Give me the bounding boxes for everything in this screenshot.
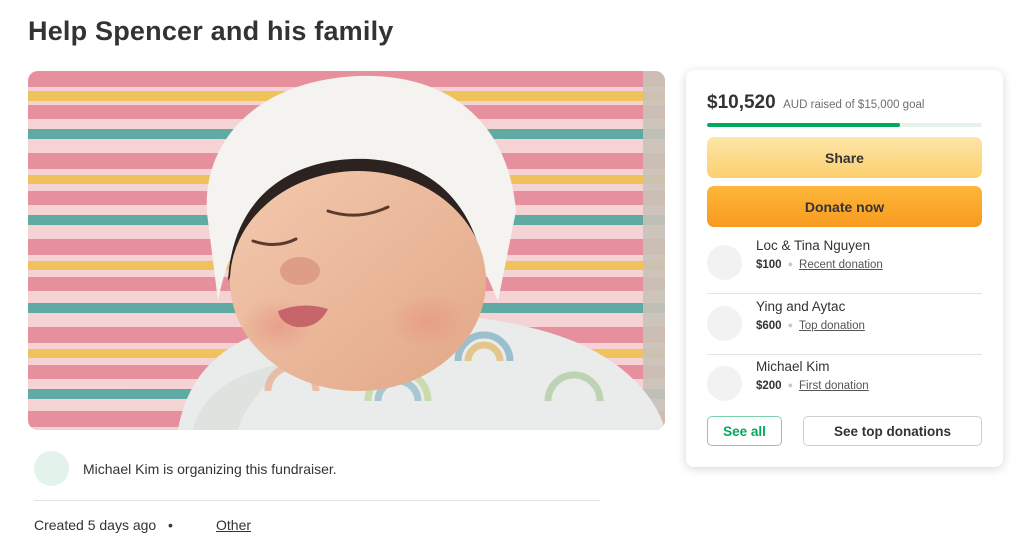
progress-bar (707, 123, 982, 127)
dot-separator: ● (787, 259, 794, 269)
raised-amount: $10,520 (707, 92, 776, 113)
see-top-donations-button[interactable]: See top donations (803, 416, 982, 446)
donation-label-link[interactable]: Top donation (799, 320, 865, 332)
page-title: Help Spencer and his family (28, 16, 394, 46)
donate-now-button[interactable]: Donate now (707, 186, 982, 227)
donation-amount: $200 (756, 380, 782, 392)
share-button[interactable]: Share (707, 137, 982, 178)
raised-summary: $10,520 AUD raised of $15,000 goal (707, 92, 924, 114)
organizer-row: Michael Kim is organizing this fundraise… (34, 451, 600, 501)
organizer-text: Michael Kim is organizing this fundraise… (83, 461, 337, 477)
donation-card: $10,520 AUD raised of $15,000 goal Share… (686, 70, 1003, 467)
donation-label-link[interactable]: Recent donation (799, 259, 883, 271)
dot-separator: ● (787, 320, 794, 330)
donor-name: Michael Kim (756, 359, 830, 374)
donation-amount: $600 (756, 320, 782, 332)
donation-item: Loc & Tina Nguyen $100 ● Recent donation (707, 233, 982, 294)
donation-label-link[interactable]: First donation (799, 380, 869, 392)
organizer-avatar (34, 451, 69, 486)
meta-separator: • (168, 517, 173, 533)
donor-name: Loc & Tina Nguyen (756, 238, 871, 253)
donation-item: Michael Kim $200 ● First donation (707, 354, 982, 415)
raised-goal: AUD raised of $15,000 goal (783, 99, 925, 111)
donor-avatar (707, 306, 742, 341)
created-date: Created 5 days ago (34, 517, 157, 533)
donation-amount: $100 (756, 259, 782, 271)
donation-details: $600 ● Top donation (756, 320, 865, 332)
donor-avatar (707, 366, 742, 401)
category-link[interactable]: Other (216, 517, 251, 533)
see-all-button[interactable]: See all (707, 416, 782, 446)
sleeping-baby-image (28, 71, 665, 430)
dot-separator: ● (787, 380, 794, 390)
donor-name: Ying and Aytac (756, 299, 846, 314)
donation-item: Ying and Aytac $600 ● Top donation (707, 294, 982, 355)
donation-details: $200 ● First donation (756, 380, 869, 392)
donor-avatar (707, 245, 742, 280)
donation-details: $100 ● Recent donation (756, 259, 883, 271)
hero-photo (28, 71, 665, 430)
progress-fill (707, 123, 900, 127)
